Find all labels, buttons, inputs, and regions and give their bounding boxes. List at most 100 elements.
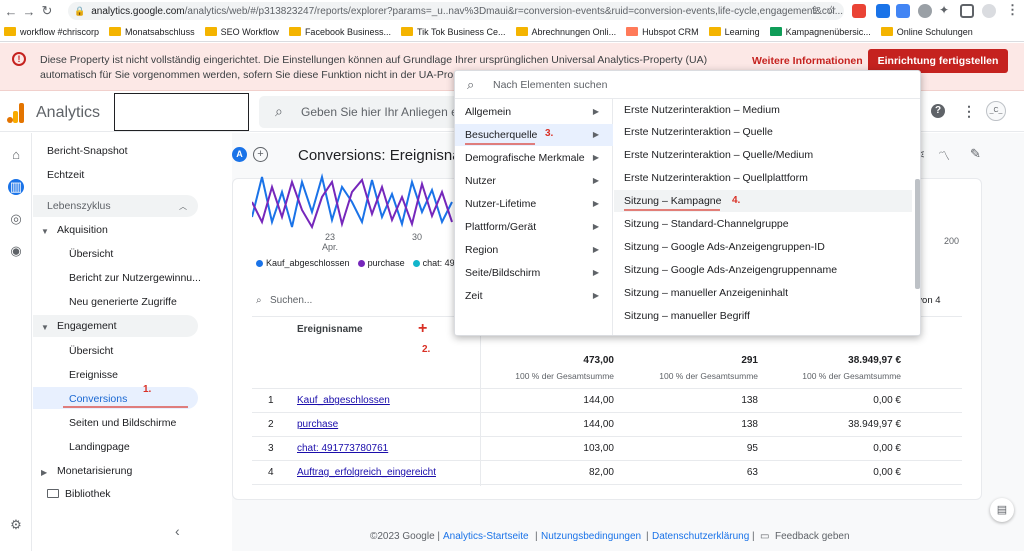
nav-eng-landing[interactable]: Landingpage: [69, 441, 130, 453]
puzzle-icon[interactable]: ✦: [939, 3, 949, 17]
chevron-up-icon[interactable]: ︿: [179, 201, 187, 212]
sidepanel-icon[interactable]: [960, 4, 974, 18]
dimension-item[interactable]: Sitzung – Google Ads-Anzeigengruppenname: [614, 259, 912, 281]
nav-acquisition[interactable]: Akquisition: [57, 224, 108, 236]
event-name-link[interactable]: Kauf_abgeschlossen: [297, 395, 390, 406]
bookmark-item[interactable]: Kampagnenübersic...: [769, 27, 871, 37]
sheets-icon: [769, 27, 782, 36]
dimension-item[interactable]: Sitzung – manueller Anzeigeninhalt: [614, 282, 912, 304]
chevron-right-icon: ▶: [592, 130, 599, 139]
caret-down-icon[interactable]: ▼: [41, 227, 49, 236]
feedback-icon: ▭: [760, 531, 770, 542]
footer-analytics-home-link[interactable]: Analytics-Startseite: [443, 531, 529, 542]
star-icon[interactable]: ☆: [826, 3, 837, 17]
extension-icon[interactable]: [918, 4, 932, 18]
bookmark-item[interactable]: Tik Tok Business Ce...: [400, 27, 506, 37]
admin-settings-icon[interactable]: ⚙: [8, 517, 24, 533]
nav-report-snapshot[interactable]: Bericht-Snapshot: [47, 145, 128, 157]
bookmark-item[interactable]: Monatsabschluss: [109, 27, 195, 37]
edit-pencil-icon[interactable]: ✎: [970, 146, 981, 162]
url-path: /analytics/web/#/p313823247/reports/expl…: [184, 5, 844, 17]
category-item[interactable]: Demografische Merkmale ▶: [455, 147, 613, 169]
category-item[interactable]: Zeit ▶: [455, 285, 613, 307]
nav-acq-overview[interactable]: Übersicht: [69, 248, 113, 260]
table-row[interactable]: 3 chat: 491773780761 103,00 95 0,00 €: [252, 437, 962, 461]
nav-engagement[interactable]: Engagement: [57, 320, 117, 332]
search-box[interactable]: ⌕ Geben Sie hier Ihr Anliegen ei: [259, 96, 461, 128]
category-item[interactable]: Seite/Bildschirm ▶: [455, 262, 613, 284]
bookmark-item[interactable]: SEO Workflow: [204, 27, 279, 37]
nav-eng-events[interactable]: Ereignisse: [69, 369, 118, 381]
forward-icon[interactable]: →: [20, 4, 38, 19]
home-icon[interactable]: ⌂: [8, 147, 24, 163]
event-name-link[interactable]: chat: 491773780761: [297, 443, 388, 454]
dimension-item[interactable]: Sitzung – manueller Begriff: [614, 305, 912, 327]
caret-down-icon[interactable]: ▼: [41, 323, 49, 332]
bookmark-item[interactable]: Facebook Business...: [288, 27, 391, 37]
nav-eng-pages[interactable]: Seiten und Bildschirme: [69, 417, 176, 429]
translate-icon[interactable]: [896, 4, 910, 18]
explore-icon[interactable]: ◎: [8, 211, 24, 227]
bookmark-item[interactable]: Hubspot CRM: [626, 27, 699, 37]
insights-icon[interactable]: 〽: [938, 147, 950, 164]
reload-icon[interactable]: ↻: [38, 3, 56, 19]
dimension-item[interactable]: Sitzung – Standard-Channelgruppe: [614, 213, 912, 235]
nav-acq-traffic[interactable]: Neu generierte Zugriffe: [69, 296, 177, 308]
profile-icon[interactable]: [982, 4, 996, 18]
scrollbar-thumb[interactable]: [915, 179, 920, 289]
bookmark-item[interactable]: workflow #chriscorp: [4, 27, 99, 37]
category-item[interactable]: Nutzer ▶: [455, 170, 613, 192]
dimension-item[interactable]: Erste Nutzerinteraktion – Quellplattform: [614, 167, 912, 189]
cell-value: 138: [741, 419, 758, 430]
comparison-avatar[interactable]: A: [232, 147, 247, 162]
bookmark-item[interactable]: Online Schulungen: [880, 27, 973, 37]
nav-eng-conversions[interactable]: Conversions: [69, 393, 127, 405]
account-avatar[interactable]: _C_: [986, 101, 1006, 121]
reports-icon[interactable]: ▥: [8, 179, 24, 195]
footer-privacy-link[interactable]: Datenschutzerklärung: [652, 531, 749, 542]
nav-realtime[interactable]: Echtzeit: [47, 169, 84, 181]
table-row[interactable]: 2 purchase 144,00 138 38.949,97 €: [252, 413, 962, 437]
table-row[interactable]: 1 Kauf_abgeschlossen 144,00 138 0,00 €: [252, 389, 962, 413]
nav-eng-overview[interactable]: Übersicht: [69, 345, 113, 357]
nav-library[interactable]: Bibliothek: [65, 488, 111, 500]
more-info-link[interactable]: Weitere Informationen: [752, 55, 863, 67]
caret-right-icon[interactable]: ▶: [41, 468, 47, 477]
extension-icon[interactable]: [876, 4, 890, 18]
dimension-item[interactable]: Sitzung – Google Ads-Anzeigengruppen-ID: [614, 236, 912, 258]
collapse-chevron-icon[interactable]: ‹: [175, 523, 180, 539]
category-item[interactable]: Nutzer-Lifetime ▶: [455, 193, 613, 215]
table-search-input[interactable]: Suchen...: [270, 295, 312, 306]
bookmark-item[interactable]: Abrechnungen Onli...: [515, 27, 616, 37]
bookmark-item[interactable]: Learning: [708, 27, 760, 37]
advertising-icon[interactable]: ◉: [8, 243, 24, 259]
property-selector[interactable]: [114, 93, 249, 131]
back-icon[interactable]: ←: [2, 4, 20, 19]
share-icon[interactable]: ⇪: [810, 4, 819, 17]
search-placeholder: Geben Sie hier Ihr Anliegen ei: [301, 105, 461, 119]
footer-feedback-link[interactable]: Feedback geben: [775, 531, 850, 542]
category-item[interactable]: Region ▶: [455, 239, 613, 261]
event-name-link[interactable]: Auftrag_erfolgreich_eingereicht: [297, 467, 436, 478]
y-tick-right: 200: [944, 236, 960, 246]
nav-monetization[interactable]: Monetarisierung: [57, 465, 132, 477]
nav-acq-user-acquisition[interactable]: Bericht zur Nutzergewinnu...: [69, 272, 201, 284]
table-row[interactable]: 4 Auftrag_erfolgreich_eingereicht 82,00 …: [252, 461, 962, 485]
event-name-link[interactable]: purchase: [297, 419, 338, 430]
bookmark-label: Hubspot CRM: [642, 26, 699, 37]
footer-terms-link[interactable]: Nutzungsbedingungen: [541, 531, 641, 542]
more-options-icon[interactable]: ⋮: [962, 103, 976, 120]
dimension-item[interactable]: Erste Nutzerinteraktion – Medium: [614, 99, 912, 121]
dropdown-search[interactable]: ⌕ Nach Elementen suchen: [455, 71, 920, 99]
chat-feedback-icon[interactable]: ▤: [990, 498, 1014, 522]
menu-icon[interactable]: ⋮: [1006, 2, 1019, 18]
add-comparison-icon[interactable]: +: [253, 147, 268, 162]
category-item[interactable]: Plattform/Gerät ▶: [455, 216, 613, 238]
dimension-item[interactable]: Erste Nutzerinteraktion – Quelle/Medium: [614, 144, 912, 166]
help-icon[interactable]: ?: [931, 104, 945, 118]
column-header-eventname[interactable]: Ereignisname: [297, 324, 363, 335]
category-item[interactable]: Allgemein ▶: [455, 101, 613, 123]
dimension-item[interactable]: Erste Nutzerinteraktion – Quelle: [614, 121, 912, 143]
address-bar[interactable]: 🔒 analytics.google.com/analytics/web/#/p…: [68, 2, 844, 20]
extension-icon[interactable]: [852, 4, 866, 18]
